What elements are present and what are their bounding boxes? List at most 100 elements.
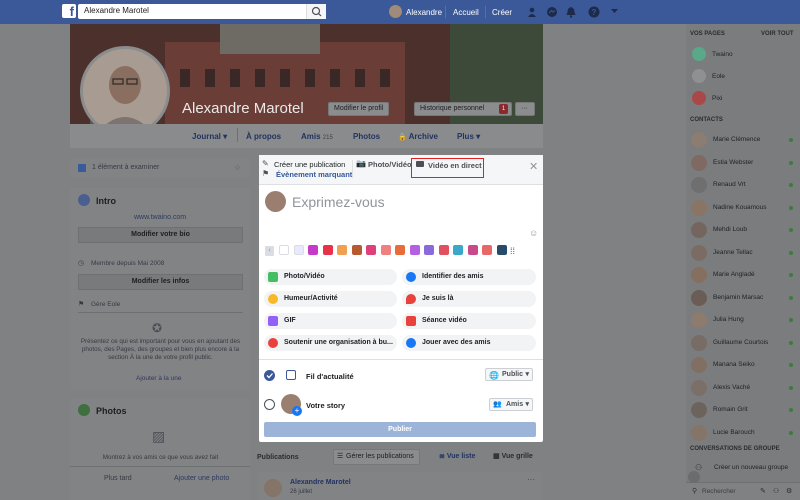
publish-button[interactable]: Publier — [264, 422, 536, 437]
star-icon[interactable]: ☆ — [234, 163, 241, 172]
help-icon[interactable]: ? — [588, 6, 600, 18]
background-swatch[interactable] — [308, 245, 318, 255]
contact-item[interactable]: Jeanne Tellac — [689, 244, 797, 262]
contact-item[interactable]: Manana Seiko — [689, 356, 797, 374]
feed-checkbox[interactable] — [264, 370, 275, 381]
contact-item[interactable]: Lucie Barouch — [689, 424, 797, 442]
contact-name: Romain Grit — [713, 406, 748, 413]
page-item-pixi[interactable]: Pixi — [690, 90, 790, 108]
option-feeling-activity[interactable]: Humeur/Activité — [264, 291, 397, 307]
option-check-in[interactable]: Je suis là — [402, 291, 536, 307]
tab-more[interactable]: Plus ▾ — [457, 132, 480, 141]
profile-link[interactable]: Alexandre — [406, 8, 442, 17]
more-button[interactable]: ··· — [515, 102, 535, 116]
post-author-avatar[interactable] — [264, 479, 282, 497]
facebook-logo-icon[interactable]: f — [62, 4, 76, 18]
tab-friends[interactable]: Amis 215 — [301, 132, 333, 141]
story-checkbox[interactable] — [264, 399, 275, 410]
post-date[interactable]: 26 juillet — [290, 489, 312, 495]
profile-picture[interactable] — [80, 46, 170, 136]
post-options-icon[interactable]: ··· — [527, 475, 535, 484]
post-author[interactable]: Alexandre Marotel — [290, 479, 351, 486]
background-swatch[interactable] — [467, 245, 478, 255]
option-support-nonprofit[interactable]: Soutenir une organisation à bu... — [264, 335, 397, 351]
background-swatch[interactable] — [279, 245, 289, 255]
scroll-left-icon[interactable]: ‹ — [265, 246, 274, 256]
flag-icon: ⚑ — [262, 169, 270, 178]
edit-profile-button[interactable]: Modifier le profil — [328, 102, 390, 116]
option-watch-party[interactable]: Séance vidéo — [402, 313, 536, 329]
background-swatch[interactable] — [366, 245, 376, 255]
online-status-dot — [789, 250, 793, 255]
see-all-link[interactable]: VOIR TOUT — [761, 31, 794, 37]
feed-privacy-dropdown[interactable]: 🌐 Public ▾ — [485, 368, 533, 381]
list-view-button[interactable]: ≣ Vue liste — [439, 452, 475, 460]
edit-bio-button[interactable]: Modifier votre bio — [78, 227, 243, 243]
edit-info-button[interactable]: Modifier les infos — [78, 274, 243, 290]
chat-search-input[interactable]: Rechercher — [702, 488, 736, 495]
globe-icon[interactable] — [688, 471, 700, 483]
manage-posts-button[interactable]: ☰ Gérer les publications — [333, 449, 420, 465]
background-swatch[interactable] — [496, 245, 507, 255]
search-input[interactable]: Alexandre Marotel — [78, 4, 326, 19]
composer-input[interactable]: Exprimez-vous — [292, 194, 385, 210]
option-tag-friends[interactable]: Identifier des amis — [402, 269, 536, 285]
contact-item[interactable]: Guillaume Courtois — [689, 334, 797, 352]
grid-view-button[interactable]: ▦ Vue grille — [493, 452, 533, 460]
background-swatch[interactable] — [337, 245, 347, 255]
contact-item[interactable]: Estia Webster — [689, 154, 797, 172]
settings-icon[interactable]: ⚙ — [786, 487, 792, 495]
background-swatch[interactable] — [322, 245, 333, 255]
background-swatch[interactable] — [482, 245, 492, 255]
new-group-button[interactable]: ⚇ Créer un nouveau groupe — [690, 460, 798, 476]
emoji-icon[interactable]: ☺ — [529, 228, 538, 238]
tab-journal[interactable]: Journal ▾ — [192, 132, 227, 141]
background-swatch[interactable] — [424, 245, 434, 255]
history-button[interactable]: Historique personnel 1 — [414, 102, 512, 116]
user-avatar[interactable] — [389, 5, 402, 18]
tab-archive[interactable]: 🔒 Archive — [398, 132, 438, 141]
featured-link[interactable]: Ajouter à la une — [136, 375, 182, 382]
friend-requests-icon[interactable] — [527, 6, 539, 18]
page-item-eole[interactable]: Eole — [690, 68, 790, 86]
contact-item[interactable]: Romain Grit — [689, 401, 797, 419]
home-link[interactable]: Accueil — [453, 8, 479, 17]
option-gif[interactable]: GIF — [264, 313, 397, 329]
story-privacy-dropdown[interactable]: 👥 Amis ▾ — [489, 398, 533, 411]
tab-about[interactable]: À propos — [246, 132, 281, 141]
background-swatch[interactable] — [409, 245, 420, 255]
page-item-twaino[interactable]: Twaino — [690, 46, 790, 64]
intro-link[interactable]: www.twaino.com — [134, 214, 186, 221]
option-play-with-friends[interactable]: Jouer avec des amis — [402, 335, 536, 351]
background-swatch[interactable] — [380, 245, 391, 255]
edit-icon[interactable]: ✎ — [760, 487, 766, 495]
contact-item[interactable]: Renaud Vrt — [689, 176, 797, 194]
account-menu-icon[interactable] — [611, 9, 618, 14]
messenger-icon[interactable] — [546, 6, 558, 18]
background-swatch[interactable] — [293, 245, 304, 255]
contact-item[interactable]: Benjamin Marsac — [689, 289, 797, 307]
contact-item[interactable]: Mehdi Loub — [689, 221, 797, 239]
review-panel[interactable]: 1 élément à examiner ☆ — [70, 158, 250, 178]
background-swatch[interactable] — [351, 245, 362, 255]
story-label: Votre story — [306, 401, 346, 410]
manage-posts-label: Gérer les publications — [346, 453, 414, 460]
background-swatch[interactable] — [395, 245, 405, 255]
contact-item[interactable]: Marie Clémence — [689, 131, 797, 149]
search-button[interactable] — [306, 4, 326, 19]
contact-item[interactable]: Marie Angladé — [689, 266, 797, 284]
background-swatch[interactable] — [438, 245, 449, 255]
option-photo-video[interactable]: Photo/Vidéo — [264, 269, 397, 285]
contact-item[interactable]: Alexis Vaché — [689, 379, 797, 397]
close-icon[interactable]: ✕ — [529, 160, 538, 173]
contact-item[interactable]: Nadine Kouamous — [689, 199, 797, 217]
notifications-icon[interactable] — [565, 6, 577, 18]
group-icon[interactable]: ⚇ — [773, 487, 779, 495]
background-swatch[interactable] — [453, 245, 463, 255]
create-link[interactable]: Créer — [492, 8, 512, 17]
tab-photos[interactable]: Photos — [353, 132, 380, 141]
add-photo-button[interactable]: Ajouter une photo — [174, 475, 229, 482]
more-backgrounds-icon[interactable]: ⁞⁞ — [510, 246, 520, 256]
later-button[interactable]: Plus tard — [104, 475, 132, 482]
contact-item[interactable]: Julia Hung — [689, 311, 797, 329]
